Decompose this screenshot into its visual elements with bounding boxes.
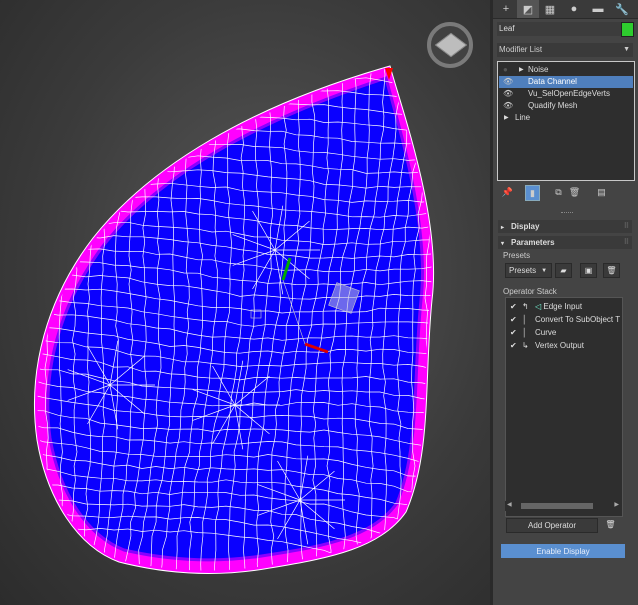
object-name-field[interactable]: Leaf: [497, 22, 623, 36]
hierarchy-icon: ▦: [544, 3, 556, 16]
eye-icon[interactable]: 👁: [503, 100, 513, 112]
operator-item-curve[interactable]: ✔ │ Curve: [510, 327, 622, 339]
divider: [561, 212, 573, 214]
scroll-thumb[interactable]: [521, 503, 593, 509]
folder-icon: ▰: [560, 266, 567, 275]
operator-label: Edge Input: [543, 302, 583, 311]
visibility-toggle-icon[interactable]: ●: [503, 64, 508, 76]
operator-item-convert[interactable]: ✔ │ Convert To SubObject T: [510, 314, 622, 326]
presets-dropdown-label: Presets: [509, 266, 537, 275]
rollout-title: Parameters: [511, 238, 555, 247]
configure-icon: ▤: [597, 186, 606, 197]
operator-item-edge-input[interactable]: ✔ ↰ ◁ Edge Input: [510, 301, 622, 313]
operator-stack-label: Operator Stack: [503, 287, 557, 296]
configure-modifier-sets-button[interactable]: ▤: [595, 185, 608, 199]
save-icon: ▣: [584, 266, 593, 275]
output-icon: ↳: [522, 341, 529, 350]
parameters-rollout-header[interactable]: ▾ Parameters ⠿: [498, 236, 632, 249]
stack-item-label: Noise: [528, 65, 549, 74]
pipe-icon: │: [522, 328, 527, 337]
scroll-left-icon[interactable]: ◀: [507, 501, 512, 508]
show-end-result-icon: ▮: [530, 187, 535, 198]
stack-item-label: Vu_SelOpenEdgeVerts: [528, 89, 610, 98]
hierarchy-tab[interactable]: ▦: [539, 0, 561, 18]
create-tab[interactable]: +: [495, 0, 517, 18]
save-preset-button[interactable]: ▣: [580, 263, 597, 278]
viewcube-face[interactable]: [434, 32, 468, 58]
rollout-title: Display: [511, 222, 540, 231]
operator-label: Vertex Output: [535, 341, 584, 350]
display-tab[interactable]: ▬: [587, 0, 609, 18]
display-rollout-header[interactable]: ▸ Display ⠿: [498, 220, 632, 233]
eye-icon[interactable]: 👁: [503, 88, 513, 100]
trash-icon: 🗑: [605, 520, 616, 529]
expand-icon: ▸: [501, 225, 505, 231]
stack-item-quadify-mesh[interactable]: 👁 Quadify Mesh: [499, 100, 633, 112]
pin-icon: 📌: [501, 186, 514, 197]
chevron-down-icon: ▼: [623, 46, 630, 53]
scroll-right-icon[interactable]: ▶: [614, 501, 619, 508]
modify-tab[interactable]: ◩: [517, 0, 539, 18]
remove-modifier-button[interactable]: 🗑: [568, 185, 581, 199]
grip-icon: ⠿: [623, 223, 629, 230]
make-unique-icon: ⧉: [555, 186, 562, 197]
enable-display-button[interactable]: Enable Display: [501, 544, 625, 558]
trash-icon: 🗑: [568, 186, 581, 197]
operator-stack-scrollbar[interactable]: ◀ ▶: [505, 501, 621, 511]
presets-section-label: Presets: [503, 251, 531, 260]
checkmark-icon[interactable]: ✔: [510, 327, 522, 339]
enable-display-label: Enable Display: [536, 546, 590, 556]
stack-item-label: Data Channel: [528, 77, 577, 86]
chevron-down-icon: ▼: [541, 267, 548, 274]
expand-icon[interactable]: ▶: [519, 64, 524, 76]
operator-label: Curve: [535, 328, 557, 337]
stack-item-noise[interactable]: ● ▶ Noise: [499, 64, 633, 76]
trash-icon: 🗑: [606, 266, 617, 275]
expand-icon[interactable]: ▶: [504, 112, 509, 124]
utilities-icon: 🔧: [615, 3, 629, 16]
modifier-list-label: Modifier List: [499, 45, 543, 54]
viewcube[interactable]: [427, 22, 473, 68]
show-end-result-button[interactable]: ▮: [525, 185, 540, 201]
stack-item-label: Quadify Mesh: [528, 101, 578, 110]
delete-preset-button[interactable]: 🗑: [603, 263, 620, 278]
add-operator-button[interactable]: Add Operator: [506, 518, 598, 533]
make-unique-button[interactable]: ⧉: [552, 185, 565, 199]
eye-icon[interactable]: 👁: [503, 76, 513, 88]
stack-item-line[interactable]: ▶ Line: [499, 112, 633, 124]
operator-label: Convert To SubObject T: [535, 315, 621, 324]
utilities-tab[interactable]: 🔧: [611, 0, 633, 18]
operator-stack-list[interactable]: ✔ ↰ ◁ Edge Input ✔ │ Convert To SubObject T …: [505, 297, 623, 517]
stack-item-vu-selopenedgeverts[interactable]: 👁 Vu_SelOpenEdgeVerts: [499, 88, 633, 100]
modifier-stack: ● ▶ Noise 👁 Data Channel 👁 Vu_SelOpenEdg…: [497, 61, 635, 181]
delete-operator-button[interactable]: 🗑: [603, 518, 618, 531]
command-panel-tabs: + ◩ ▦ ● ▬ 🔧: [493, 0, 638, 19]
object-color-swatch[interactable]: [621, 22, 634, 37]
collapse-icon: ▾: [501, 241, 505, 247]
motion-tab[interactable]: ●: [563, 0, 585, 18]
stack-item-data-channel[interactable]: 👁 Data Channel: [499, 76, 633, 88]
modify-icon: ◩: [522, 3, 534, 16]
checkmark-icon[interactable]: ✔: [510, 340, 522, 352]
operator-item-vertex-output[interactable]: ✔ ↳ Vertex Output: [510, 340, 622, 352]
grip-icon: ⠿: [623, 239, 629, 246]
motion-icon: ●: [570, 3, 578, 15]
add-operator-label: Add Operator: [527, 521, 577, 530]
display-icon: ▬: [592, 3, 604, 15]
leaf-mesh[interactable]: [0, 0, 490, 605]
plus-icon: +: [502, 3, 510, 15]
viewport[interactable]: [0, 0, 490, 605]
stack-toolbar: 📌 ▮ ⧉ 🗑 ▤: [497, 184, 633, 201]
stack-item-label: Line: [515, 113, 531, 122]
checkmark-icon[interactable]: ✔: [510, 301, 522, 313]
pipe-icon: │: [522, 315, 527, 324]
modifier-list-dropdown[interactable]: Modifier List ▼: [497, 43, 633, 57]
pin-stack-button[interactable]: 📌: [501, 185, 514, 199]
edge-input-icon: ↰: [522, 302, 529, 311]
open-preset-button[interactable]: ▰: [555, 263, 572, 278]
checkmark-icon[interactable]: ✔: [510, 314, 522, 326]
presets-dropdown[interactable]: Presets ▼: [505, 263, 552, 278]
